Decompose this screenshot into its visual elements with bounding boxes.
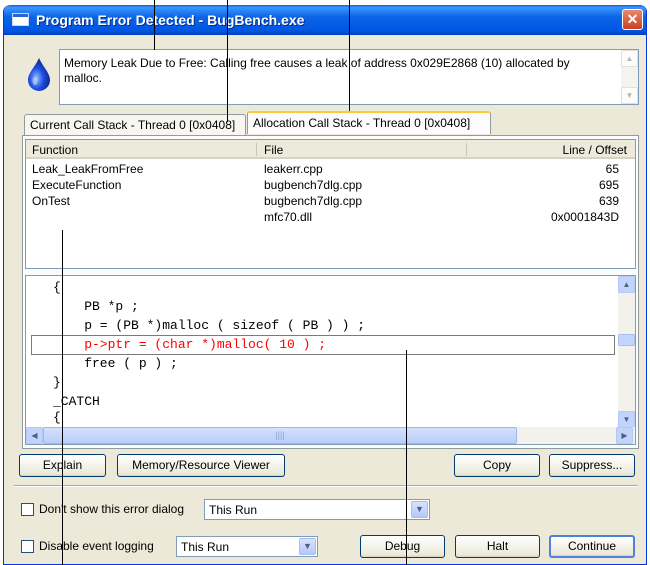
column-separator[interactable]: [466, 143, 467, 156]
code-line: p = (PB *)malloc ( sizeof ( PB ) ) ;: [53, 318, 366, 333]
scroll-down-icon[interactable]: ▼: [618, 411, 635, 428]
title-bar[interactable]: Program Error Detected - BugBench.exe ✕: [4, 5, 646, 35]
code-line: }: [53, 375, 61, 390]
cell-file: mfc70.dll: [264, 210, 313, 224]
select-value: This Run: [209, 503, 258, 517]
source-code-view[interactable]: { PB *p ; p = (PB *)malloc ( sizeof ( PB…: [25, 275, 636, 445]
disable-logging-label[interactable]: Disable event logging: [39, 539, 154, 553]
column-header-line-offset[interactable]: Line / Offset: [563, 143, 627, 157]
message-scrollbar[interactable]: ▲ ▼: [621, 50, 638, 104]
annotation-line: [227, 0, 228, 122]
annotation-line: [349, 0, 350, 120]
cell-line: 65: [605, 162, 619, 176]
close-icon[interactable]: ✕: [622, 9, 643, 30]
tab-allocation-call-stack[interactable]: Allocation Call Stack - Thread 0 [0x0408…: [247, 111, 491, 134]
table-row[interactable]: ExecuteFunction bugbench7dlg.cpp 695: [26, 177, 635, 193]
code-line-highlighted: p->ptr = (char *)malloc( 10 ) ;: [53, 337, 327, 352]
cell-function: Leak_LeakFromFree: [32, 162, 144, 176]
scroll-thumb[interactable]: [618, 334, 635, 346]
select-value: This Run: [181, 540, 230, 554]
column-header-function[interactable]: Function: [32, 143, 78, 157]
app-window-icon: [12, 13, 29, 26]
dont-show-label[interactable]: Don't show this error dialog: [39, 502, 184, 516]
dont-show-scope-select[interactable]: This Run ▼: [204, 499, 430, 520]
annotation-line: [154, 0, 155, 50]
annotation-line: [62, 230, 63, 565]
cell-function: ExecuteFunction: [32, 178, 122, 192]
scroll-left-icon[interactable]: ◀: [26, 427, 43, 444]
chevron-down-icon[interactable]: ▼: [411, 501, 428, 518]
code-horizontal-scrollbar[interactable]: ◀ |||| ▶: [26, 427, 635, 444]
list-header: Function File Line / Offset: [26, 140, 635, 159]
dont-show-checkbox[interactable]: [21, 503, 34, 516]
tab-current-call-stack[interactable]: Current Call Stack - Thread 0 [0x0408]: [24, 114, 246, 135]
suppress-button[interactable]: Suppress...: [549, 454, 635, 477]
error-dialog-window: Program Error Detected - BugBench.exe ✕ …: [3, 5, 647, 565]
table-row[interactable]: mfc70.dll 0x0001843D: [26, 209, 635, 225]
column-header-file[interactable]: File: [264, 143, 283, 157]
cell-line: 695: [598, 178, 619, 192]
call-stack-list[interactable]: Function File Line / Offset Leak_LeakFro…: [25, 139, 636, 269]
continue-button[interactable]: Continue: [549, 535, 635, 558]
cell-file: leakerr.cpp: [264, 162, 323, 176]
code-line: PB *p ;: [53, 299, 139, 314]
code-line: free ( p ) ;: [53, 356, 178, 371]
debug-button[interactable]: Debug: [360, 535, 445, 558]
cell-file: bugbench7dlg.cpp: [264, 178, 363, 192]
code-vertical-scrollbar[interactable]: ▲ ▼: [618, 276, 635, 428]
cell-line: 639: [598, 194, 619, 208]
code-line: {: [53, 410, 61, 425]
halt-button[interactable]: Halt: [455, 535, 540, 558]
water-drop-icon: [28, 58, 50, 91]
scroll-up-icon[interactable]: ▲: [621, 50, 638, 67]
error-message-text: Memory Leak Due to Free: Calling free ca…: [64, 56, 570, 85]
memory-resource-viewer-button[interactable]: Memory/Resource Viewer: [117, 454, 285, 477]
scroll-up-icon[interactable]: ▲: [618, 276, 635, 293]
cell-line: 0x0001843D: [550, 210, 619, 224]
table-row[interactable]: Leak_LeakFromFree leakerr.cpp 65: [26, 161, 635, 177]
separator: [14, 485, 638, 487]
copy-button[interactable]: Copy: [454, 454, 540, 477]
table-row[interactable]: OnTest bugbench7dlg.cpp 639: [26, 193, 635, 209]
column-separator[interactable]: [256, 143, 257, 156]
scroll-thumb[interactable]: ||||: [43, 427, 517, 444]
annotation-line: [406, 350, 407, 565]
disable-logging-scope-select[interactable]: This Run ▼: [176, 536, 318, 557]
window-title: Program Error Detected - BugBench.exe: [36, 12, 305, 28]
code-line: _CATCH: [53, 394, 100, 409]
cell-file: bugbench7dlg.cpp: [264, 194, 363, 208]
scroll-right-icon[interactable]: ▶: [616, 427, 633, 444]
chevron-down-icon[interactable]: ▼: [299, 538, 316, 555]
cell-function: OnTest: [32, 194, 71, 208]
scroll-down-icon[interactable]: ▼: [621, 87, 638, 104]
tab-panel: Function File Line / Offset Leak_LeakFro…: [22, 135, 639, 449]
disable-logging-checkbox[interactable]: [21, 540, 34, 553]
code-line: {: [53, 280, 61, 295]
